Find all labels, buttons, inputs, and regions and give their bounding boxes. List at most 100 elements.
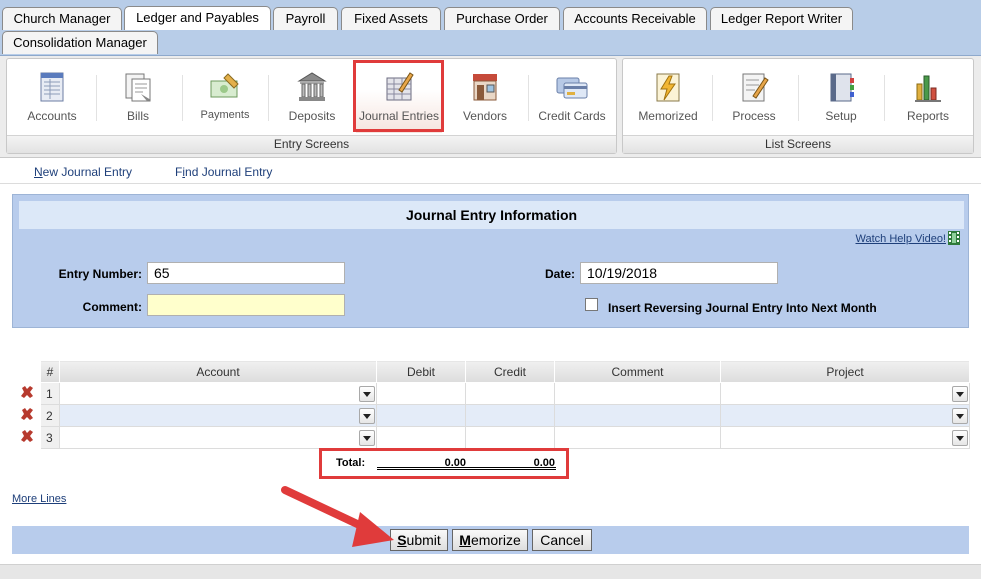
column-header-comment: Comment <box>554 360 721 383</box>
table-row: 3 <box>12 426 970 449</box>
chevron-down-icon[interactable] <box>359 430 375 446</box>
project-dropdown[interactable] <box>720 404 970 427</box>
deposits-icon <box>297 72 327 101</box>
toolbar-deposits-button[interactable]: Deposits <box>269 61 355 133</box>
credit-cell[interactable] <box>465 426 555 449</box>
project-dropdown[interactable] <box>720 426 970 449</box>
debit-cell[interactable] <box>376 404 466 427</box>
payments-icon <box>210 73 239 98</box>
entry-number-label: Entry Number: <box>58 267 142 281</box>
comment-field[interactable] <box>147 294 345 316</box>
toolbar-process-button[interactable]: Process <box>711 61 797 133</box>
watch-help-video-link[interactable]: Watch Help Video! <box>856 233 947 245</box>
chevron-down-icon[interactable] <box>359 386 375 402</box>
row-number: 2 <box>40 404 60 427</box>
chevron-down-icon[interactable] <box>359 408 375 424</box>
entry-screens-panel: Accounts Bills Payments Deposits Journal… <box>6 58 617 154</box>
reports-icon <box>915 75 941 102</box>
setup-label: Setup <box>825 109 857 123</box>
toolbar-memorized-button[interactable]: Memorized <box>625 61 711 133</box>
total-highlight <box>319 448 569 479</box>
column-header-number: # <box>40 360 60 383</box>
vendors-label: Vendors <box>462 109 508 123</box>
comment-cell[interactable] <box>554 426 721 449</box>
reports-label: Reports <box>906 109 950 123</box>
column-header-credit: Credit <box>465 360 555 383</box>
module-tab-bar: Church Manager Ledger and Payables Payro… <box>0 0 981 56</box>
bills-icon <box>125 73 151 102</box>
account-dropdown[interactable] <box>59 426 377 449</box>
tab-accounts-receivable[interactable]: Accounts Receivable <box>563 7 707 30</box>
list-screens-panel: Memorized Process Setup Reports List Scr… <box>622 58 974 154</box>
toolbar-setup-button[interactable]: Setup <box>798 61 884 133</box>
memorize-button[interactable]: Memorize <box>452 529 528 551</box>
credit-cards-icon <box>556 77 588 99</box>
deposits-label: Deposits <box>288 109 336 123</box>
film-icon[interactable] <box>948 231 960 245</box>
journal-lines-table: # Account Debit Credit Comment Project 1… <box>12 360 970 449</box>
column-header-debit: Debit <box>376 360 466 383</box>
table-row: 1 <box>12 382 970 405</box>
journal-entry-info-panel: Journal Entry Information Watch Help Vid… <box>12 194 969 328</box>
chevron-down-icon[interactable] <box>952 386 968 402</box>
toolbar-accounts-button[interactable]: Accounts <box>9 61 95 133</box>
form-title: Journal Entry Information <box>19 201 964 229</box>
reversing-entry-label: Insert Reversing Journal Entry Into Next… <box>608 301 877 315</box>
comment-cell[interactable] <box>554 404 721 427</box>
credit-cell[interactable] <box>465 382 555 405</box>
tab-church-manager[interactable]: Church Manager <box>2 7 122 30</box>
reversing-entry-checkbox[interactable] <box>585 298 598 311</box>
toolbar-bills-button[interactable]: Bills <box>95 61 181 133</box>
cancel-button[interactable]: Cancel <box>532 529 592 551</box>
process-icon <box>742 73 769 102</box>
column-header-project: Project <box>720 360 970 383</box>
delete-column-header <box>12 360 41 383</box>
entry-number-field[interactable] <box>147 262 345 284</box>
process-label: Process <box>732 109 776 123</box>
chevron-down-icon[interactable] <box>952 408 968 424</box>
credit-cell[interactable] <box>465 404 555 427</box>
comment-label: Comment: <box>82 300 142 314</box>
tab-payroll[interactable]: Payroll <box>273 7 338 30</box>
delete-row-cell <box>12 404 41 427</box>
date-field[interactable] <box>580 262 778 284</box>
account-dropdown[interactable] <box>59 404 377 427</box>
project-dropdown[interactable] <box>720 382 970 405</box>
comment-cell[interactable] <box>554 382 721 405</box>
row-number: 1 <box>40 382 60 405</box>
status-strip <box>0 564 981 579</box>
debit-cell[interactable] <box>376 382 466 405</box>
find-journal-entry-link[interactable]: Find Journal Entry <box>175 165 272 179</box>
table-row: 2 <box>12 404 970 427</box>
payments-label: Payments <box>200 109 250 121</box>
entry-screens-title: Entry Screens <box>7 135 616 153</box>
debit-cell[interactable] <box>376 426 466 449</box>
account-dropdown[interactable] <box>59 382 377 405</box>
submit-button[interactable]: Submit <box>390 529 448 551</box>
date-label: Date: <box>544 267 575 281</box>
delete-row-icon[interactable] <box>20 385 34 399</box>
new-journal-entry-link[interactable]: New Journal Entry <box>34 165 132 179</box>
delete-row-icon[interactable] <box>20 429 34 443</box>
table-header-row: # Account Debit Credit Comment Project <box>12 360 970 383</box>
credit-cards-label: Credit Cards <box>538 109 606 123</box>
setup-icon <box>830 73 854 102</box>
sub-navigation: New Journal Entry Find Journal Entry <box>0 159 981 184</box>
tab-purchase-order[interactable]: Purchase Order <box>444 7 560 30</box>
delete-row-icon[interactable] <box>20 407 34 421</box>
delete-row-cell <box>12 426 41 449</box>
delete-row-cell <box>12 382 41 405</box>
toolbar-payments-button[interactable]: Payments <box>182 61 268 133</box>
tab-ledger-and-payables[interactable]: Ledger and Payables <box>124 6 271 30</box>
tab-fixed-assets[interactable]: Fixed Assets <box>341 7 441 30</box>
more-lines-link[interactable]: More Lines <box>12 493 66 505</box>
accounts-icon <box>40 72 64 102</box>
tab-ledger-report-writer[interactable]: Ledger Report Writer <box>710 7 853 30</box>
toolbar-vendors-button[interactable]: Vendors <box>442 61 528 133</box>
tab-consolidation-manager[interactable]: Consolidation Manager <box>2 31 158 54</box>
chevron-down-icon[interactable] <box>952 430 968 446</box>
toolbar-reports-button[interactable]: Reports <box>885 61 971 133</box>
toolbar-credit-cards-button[interactable]: Credit Cards <box>529 61 615 133</box>
accounts-label: Accounts <box>27 109 77 123</box>
memorized-icon <box>656 73 680 102</box>
